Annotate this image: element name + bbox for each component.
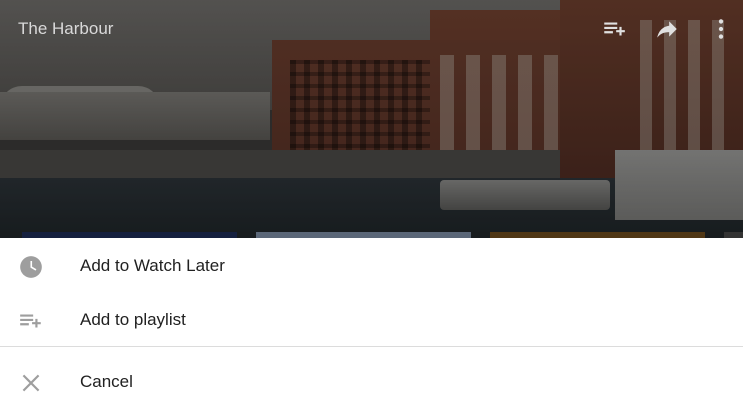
menu-item-label: Cancel <box>80 372 133 391</box>
add-to-playlist-item[interactable]: Add to playlist <box>0 293 743 347</box>
cancel-item[interactable]: Cancel <box>0 355 743 409</box>
add-to-queue-icon[interactable] <box>601 16 627 42</box>
share-icon[interactable] <box>654 16 680 42</box>
menu-item-label: Add to playlist <box>80 310 186 329</box>
menu-item-label: Add to Watch Later <box>80 256 225 275</box>
clock-icon <box>20 256 42 278</box>
add-to-watch-later-item[interactable]: Add to Watch Later <box>0 239 743 293</box>
video-player[interactable]: The Harbour <box>0 0 743 238</box>
close-icon <box>22 374 40 392</box>
video-title: The Harbour <box>18 19 114 38</box>
action-bottom-sheet: Add to Watch Later Add to playlist Cance… <box>0 238 743 418</box>
divider <box>0 346 743 347</box>
playlist-add-icon <box>20 314 41 328</box>
more-vert-icon[interactable] <box>708 16 734 42</box>
